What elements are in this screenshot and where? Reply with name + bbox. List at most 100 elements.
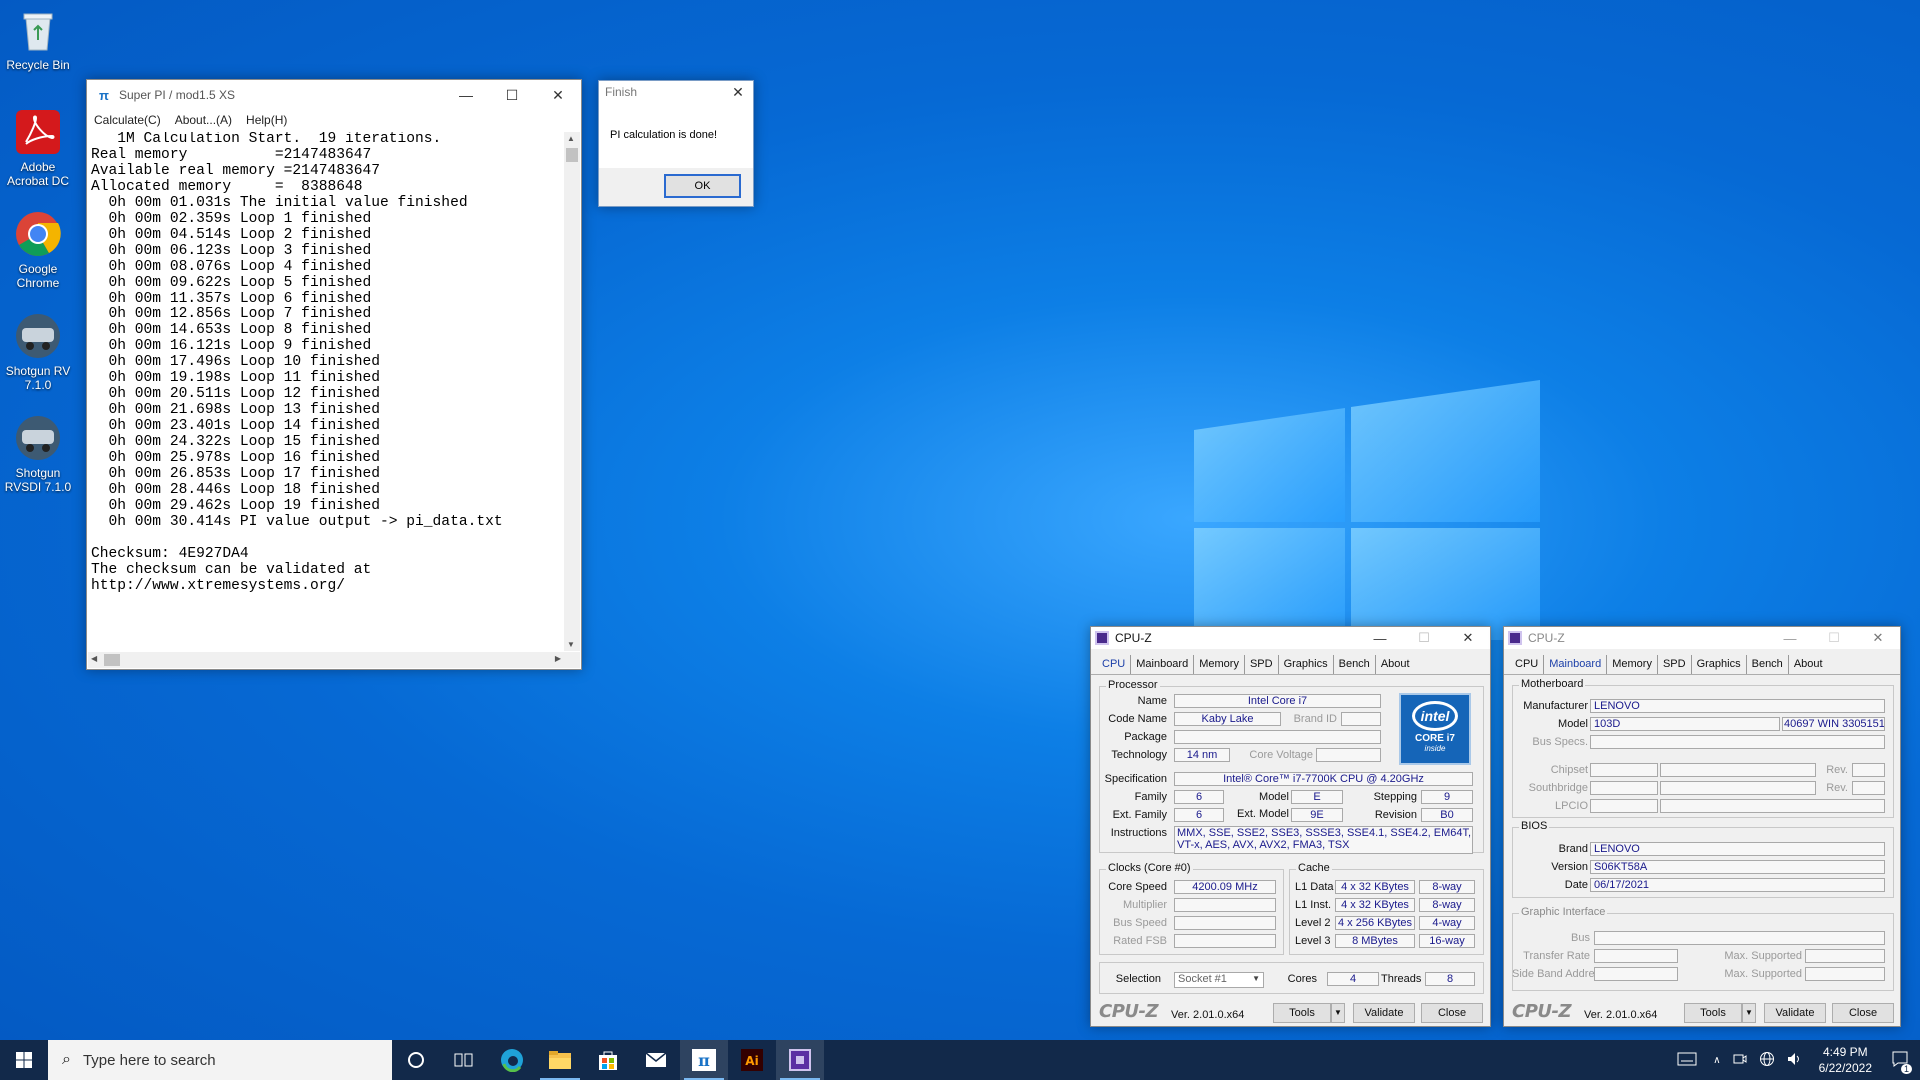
meet-now-icon[interactable] <box>1727 1053 1753 1068</box>
tab-memory[interactable]: Memory <box>1607 655 1658 674</box>
ok-button[interactable]: OK <box>664 174 741 198</box>
tab-mainboard[interactable]: Mainboard <box>1131 655 1195 674</box>
label-selection: Selection <box>1115 973 1161 985</box>
cpuz-titlebar[interactable]: CPU-Z — ☐ ✕ <box>1504 627 1900 649</box>
label-manufacturer: Manufacturer <box>1523 700 1588 712</box>
taskbar-file-explorer[interactable] <box>536 1040 584 1080</box>
label-revision: Revision <box>1374 809 1417 821</box>
tools-dropdown-icon[interactable]: ▼ <box>1742 1003 1756 1023</box>
processor-name-field: Intel Core i7 <box>1174 694 1381 708</box>
scroll-down-icon[interactable]: ▼ <box>567 640 575 649</box>
scroll-right-icon[interactable]: ▶ <box>555 654 561 663</box>
desktop-icon-label: Google Chrome <box>16 262 60 290</box>
minimize-button[interactable]: — <box>1358 627 1402 649</box>
scroll-left-icon[interactable]: ◀ <box>91 654 97 663</box>
taskbar-store[interactable] <box>584 1040 632 1080</box>
close-button[interactable]: ✕ <box>723 81 753 103</box>
desktop-icon-recycle-bin[interactable]: Recycle Bin <box>2 6 74 72</box>
cpuz-cpu-window[interactable]: CPU-Z — ☐ ✕ CPU Mainboard Memory SPD Gra… <box>1090 626 1491 1027</box>
package-field <box>1174 730 1381 744</box>
taskbar-mail[interactable] <box>632 1040 680 1080</box>
clock[interactable]: 4:49 PM 6/22/2022 <box>1809 1044 1882 1076</box>
cortana-button[interactable] <box>392 1040 440 1080</box>
tools-button[interactable]: Tools <box>1684 1003 1742 1023</box>
taskbar-search-box[interactable]: ⌕ Type here to search <box>48 1040 392 1080</box>
superpi-titlebar[interactable]: π Super PI / mod1.5 XS — ☐ ✕ <box>87 80 581 110</box>
close-button[interactable]: ✕ <box>1856 627 1900 649</box>
task-view-button[interactable] <box>440 1040 488 1080</box>
dialog-titlebar[interactable]: Finish ✕ <box>599 81 753 103</box>
volume-icon[interactable] <box>1781 1052 1809 1069</box>
taskbar-illustrator[interactable]: Ai <box>728 1040 776 1080</box>
menu-calculate[interactable]: Calculate(C) <box>87 113 168 127</box>
tab-about[interactable]: About <box>1789 655 1828 674</box>
socket-select[interactable]: Socket #1 ▼ <box>1174 972 1264 988</box>
tab-bench[interactable]: Bench <box>1334 655 1376 674</box>
label-lpcio: LPCIO <box>1554 800 1588 812</box>
resize-grip[interactable] <box>564 652 580 668</box>
superpi-window[interactable]: π Super PI / mod1.5 XS — ☐ ✕ Calculate(C… <box>86 79 582 670</box>
brand-id-field <box>1341 712 1381 726</box>
desktop-icon-shotgun-rvsdi[interactable]: Shotgun RVSDI 7.1.0 <box>2 414 74 494</box>
tab-spd[interactable]: SPD <box>1658 655 1692 674</box>
close-button[interactable]: Close <box>1832 1003 1894 1023</box>
touch-keyboard-icon[interactable] <box>1667 1052 1707 1069</box>
tab-cpu[interactable]: CPU <box>1510 655 1545 674</box>
calculation-output[interactable]: 1M Calculation Start. 19 iterations. Rea… <box>89 132 563 651</box>
tab-bench[interactable]: Bench <box>1747 655 1789 674</box>
taskbar-superpi[interactable]: π <box>680 1040 728 1080</box>
tools-dropdown-icon[interactable]: ▼ <box>1331 1003 1345 1023</box>
scroll-up-icon[interactable]: ▲ <box>567 134 575 143</box>
svg-text:Ai: Ai <box>745 1054 758 1068</box>
tab-graphics[interactable]: Graphics <box>1692 655 1747 674</box>
tab-about[interactable]: About <box>1376 655 1415 674</box>
horizontal-scrollbar[interactable]: ◀ ▶ <box>88 652 564 668</box>
bios-date-field: 06/17/2021 <box>1590 878 1885 892</box>
tab-spd[interactable]: SPD <box>1245 655 1279 674</box>
chevron-up-icon[interactable]: ∧ <box>1707 1055 1726 1066</box>
close-button[interactable]: ✕ <box>535 80 581 110</box>
desktop-icon-label: Recycle Bin <box>6 58 70 72</box>
desktop-icon-acrobat[interactable]: Adobe Acrobat DC <box>2 108 74 188</box>
desktop-icon-shotgun-rv[interactable]: Shotgun RV 7.1.0 <box>2 312 74 392</box>
close-button[interactable]: ✕ <box>1446 627 1490 649</box>
tab-cpu[interactable]: CPU <box>1097 655 1132 674</box>
close-button[interactable]: Close <box>1421 1003 1483 1023</box>
rated-fsb-field <box>1174 934 1276 948</box>
taskbar-cpuz[interactable] <box>776 1040 824 1080</box>
cpuz-mainboard-window[interactable]: CPU-Z — ☐ ✕ CPU Mainboard Memory SPD Gra… <box>1503 626 1901 1027</box>
level-3-size: 8 MBytes <box>1335 934 1415 948</box>
socket-select-value: Socket #1 <box>1178 973 1227 985</box>
label-ext-family: Ext. Family <box>1112 809 1167 821</box>
taskbar-edge[interactable] <box>488 1040 536 1080</box>
menu-help[interactable]: Help(H) <box>239 113 294 127</box>
menu-about[interactable]: About...(A) <box>168 113 239 127</box>
cpuz-titlebar[interactable]: CPU-Z — ☐ ✕ <box>1091 627 1490 649</box>
validate-button[interactable]: Validate <box>1764 1003 1826 1023</box>
cores-field: 4 <box>1327 972 1379 986</box>
tab-mainboard[interactable]: Mainboard <box>1544 655 1608 674</box>
scroll-thumb[interactable] <box>104 654 120 666</box>
tab-memory[interactable]: Memory <box>1194 655 1245 674</box>
scroll-thumb[interactable] <box>566 148 578 162</box>
finish-dialog[interactable]: Finish ✕ PI calculation is done! OK <box>598 80 754 207</box>
chevron-down-icon: ▼ <box>1252 974 1260 983</box>
maximize-button: ☐ <box>1418 630 1430 645</box>
side-band-max-field <box>1805 967 1885 981</box>
minimize-button[interactable]: — <box>1768 627 1812 649</box>
action-center-button[interactable]: 1 <box>1882 1051 1920 1074</box>
version-label: Ver. 2.01.0.x64 <box>1584 1009 1658 1021</box>
tab-graphics[interactable]: Graphics <box>1279 655 1334 674</box>
vertical-scrollbar[interactable]: ▲ ▼ <box>564 132 580 651</box>
maximize-button[interactable]: ☐ <box>489 80 535 110</box>
cpuz-icon <box>789 1049 811 1071</box>
label-multiplier: Multiplier <box>1122 899 1167 911</box>
minimize-button[interactable]: — <box>443 80 489 110</box>
tools-button[interactable]: Tools <box>1273 1003 1331 1023</box>
network-globe-icon[interactable] <box>1753 1051 1781 1070</box>
start-button[interactable] <box>0 1040 48 1080</box>
l1-inst-way: 8-way <box>1419 898 1475 912</box>
validate-button[interactable]: Validate <box>1353 1003 1415 1023</box>
desktop-icon-chrome[interactable]: Google Chrome <box>2 210 74 290</box>
label-model: Model <box>1558 718 1588 730</box>
